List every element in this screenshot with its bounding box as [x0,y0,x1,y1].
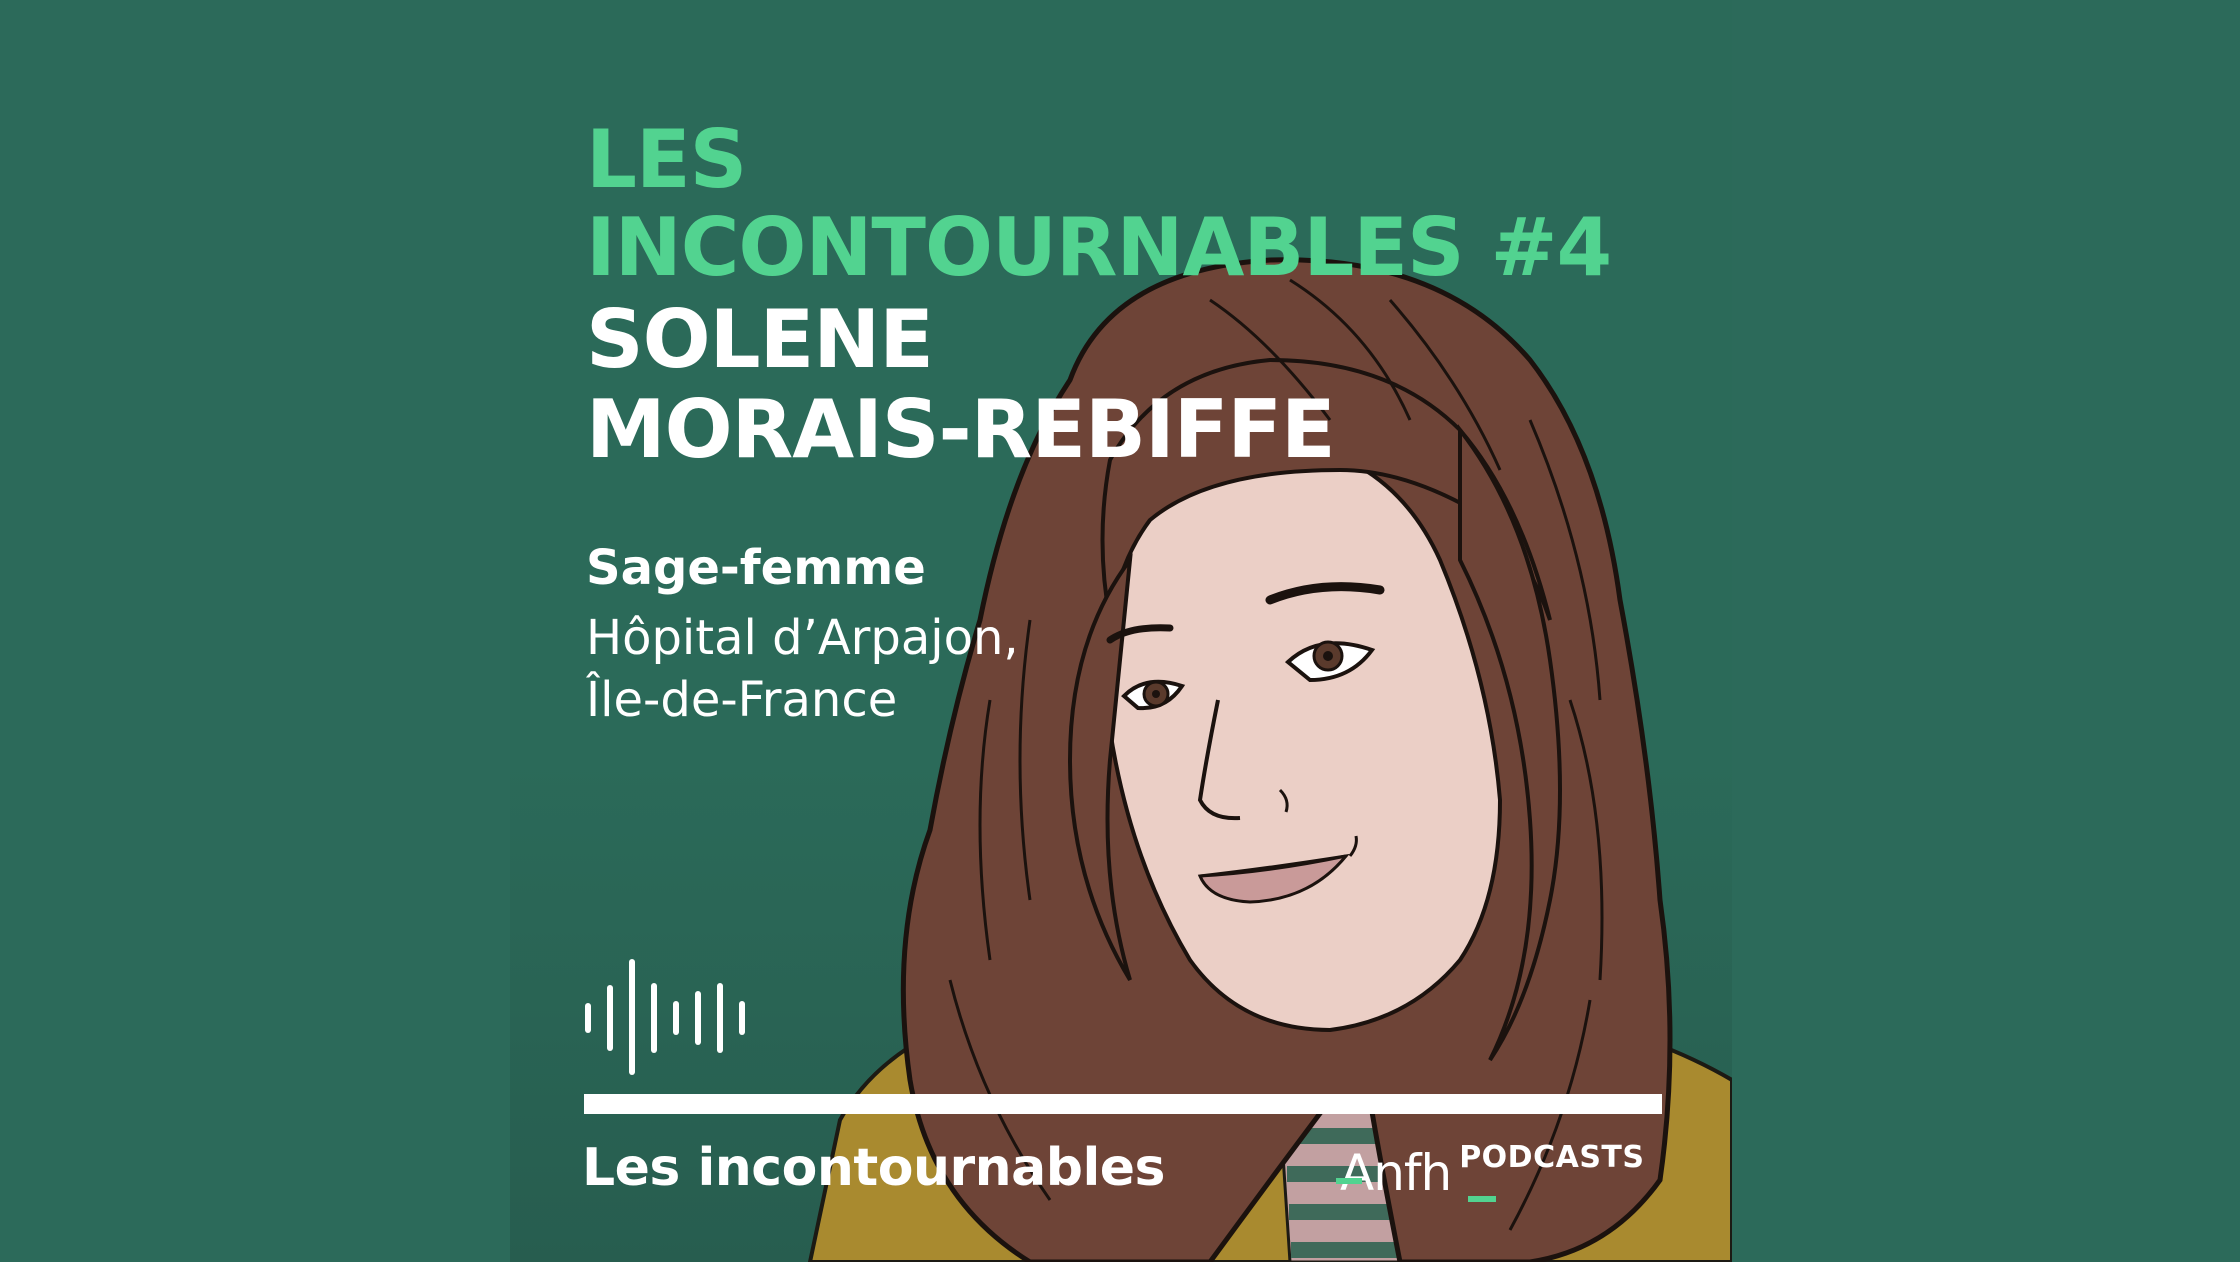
brand-podcasts-label: PODCASTS [1459,1140,1645,1175]
brand-logo-mark: Anfh [1336,1148,1496,1202]
brand-logo: Anfh PODCASTS [1336,1140,1645,1210]
guest-name-line1: SOLENE [586,293,934,386]
show-name: Les incontournables [582,1138,1166,1198]
guest-location-line2: Île-de-France [586,672,898,728]
guest-name-line2: MORAIS-REBIFFE [586,383,1336,476]
episode-title-line2: INCONTOURNABLES #4 [586,201,1612,294]
guest-location-line1: Hôpital d’Arpajon, [586,610,1019,666]
podcast-cover: LES INCONTOURNABLES #4 SOLENE MORAIS-REB… [510,0,1732,1262]
video-frame: LES INCONTOURNABLES #4 SOLENE MORAIS-REB… [0,0,2240,1262]
guest-role: Sage-femme [586,540,926,596]
sound-wave-icon [585,959,745,1075]
episode-title-line1: LES [586,113,747,206]
divider-bar [584,1094,1662,1114]
